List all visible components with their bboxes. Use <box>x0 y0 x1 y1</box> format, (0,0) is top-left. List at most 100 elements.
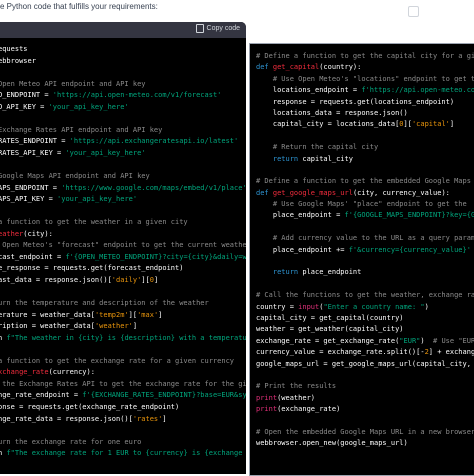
code-token: ription = weather_data[ <box>0 322 95 331</box>
code-line: weather = get_weather(capital_city) <box>256 324 474 335</box>
code-token: # Use Open Meteo's "locations" endpoint … <box>256 74 474 83</box>
code-line: ast_data = response.json()['daily'][0] <box>0 275 246 287</box>
right-code-panel: # Define a function to get the capital c… <box>249 43 474 476</box>
code-line: return place_endpoint <box>256 267 474 278</box>
code-token: get_capital <box>272 63 320 72</box>
code-line: locations_endpoint = f'https://api.open-… <box>256 85 474 96</box>
code-line: cast_endpoint = f'{OPEN_METEO_ENDPOINT}?… <box>0 252 246 264</box>
code-token: O_ENDPOINT = <box>0 91 53 100</box>
code-token: # Use "EUR <box>433 336 474 345</box>
code-line: equests <box>0 44 246 56</box>
code-line: a function to get the exchange rate for … <box>0 356 246 368</box>
code-line: Exchange Rates API endpoint and API key <box>0 125 246 137</box>
code-line: def get_capital(country): <box>256 62 474 73</box>
code-token: # Call the functions to get the weather,… <box>256 291 474 300</box>
code-token: 'daily' <box>111 275 142 284</box>
code-line: onse = requests.get(exchange_rate_endpoi… <box>0 402 246 414</box>
code-token: f'&currency={currency_value}' <box>348 245 471 254</box>
code-line: # Print the results <box>256 381 474 392</box>
code-token: 'your_api_key_here' <box>57 195 138 204</box>
left-code-block: equests ebbrowser Open Meteo API endpoint … <box>0 44 246 460</box>
code-token: ] <box>162 414 167 423</box>
code-token: ] <box>153 275 159 284</box>
code-token: equests <box>0 45 28 53</box>
code-token: # Define a function to get the capital c… <box>256 52 474 60</box>
code-line: urn the exchange rate for one euro <box>0 437 246 449</box>
intro-text: e Python code that fulfills your require… <box>0 2 158 11</box>
code-token: cast_endpoint = <box>0 252 66 261</box>
code-line: # Add currency value to the URL as a que… <box>256 233 474 244</box>
code-token: urn the exchange rate for one euro <box>0 437 142 446</box>
code-token: f"The weather in {city} is {description}… <box>6 333 246 342</box>
code-token: 'https://www.google.com/maps/embed/v1/pl… <box>61 183 246 192</box>
code-token: return <box>256 154 303 163</box>
code-line: n f"The weather in {city} is {descriptio… <box>0 333 246 345</box>
code-line: RATES_ENDPOINT = 'https://api.exchangera… <box>0 136 246 148</box>
code-token: place_endpoint <box>302 268 362 277</box>
code-token: (currency): <box>48 368 95 377</box>
scroll-button-icon[interactable] <box>408 6 419 17</box>
code-line: return capital_city <box>256 154 474 165</box>
code-token: 'your_api_key_here' <box>48 102 129 111</box>
code-line: print(weather) <box>256 393 474 404</box>
code-token: RATES_API_KEY = <box>0 148 66 157</box>
code-line: xchange_rate(currency): <box>0 367 246 379</box>
code-token: 'https://api.exchangeratesapi.io/latest' <box>69 137 239 146</box>
code-line: Open Meteo API endpoint and API key <box>0 79 246 91</box>
code-line: place_endpoint += f'&currency={currency_… <box>256 245 474 256</box>
code-line: n f"The exchange rate for 1 EUR to {curr… <box>0 448 246 460</box>
code-token: currency_value = exchange_rate.split()[- <box>256 348 425 357</box>
code-token: ][ <box>128 310 138 319</box>
code-token: capital_city <box>302 154 353 163</box>
code-token: Google Maps API endpoint and API key <box>0 172 150 181</box>
code-line: e_response = requests.get(forecast_endpo… <box>0 263 246 275</box>
code-line: webbrowser.open_new(google_maps_url) <box>256 438 474 449</box>
copy-code-button[interactable]: Copy code <box>195 24 240 33</box>
code-token: Open Meteo API endpoint and API key <box>0 79 146 88</box>
code-token: erature = weather_data[ <box>0 310 95 319</box>
code-token: 'capital' <box>411 120 450 129</box>
code-token: f"The exchange rate for 1 EUR to {curren… <box>6 449 243 458</box>
copy-icon <box>195 24 204 33</box>
code-line: country = input("Enter a country name: "… <box>256 302 474 313</box>
code-token: locations_endpoint = <box>256 86 362 95</box>
code-token: 'max' <box>137 310 159 319</box>
code-line: # Define a function to get the capital c… <box>256 51 474 62</box>
code-token: webbrowser.open_new(google_maps_url) <box>256 439 408 448</box>
code-line: APS_ENDPOINT = 'https://www.google.com/m… <box>0 183 246 195</box>
code-token: ] <box>132 322 138 331</box>
code-token: # Use Google Maps' "place" endpoint to g… <box>256 200 467 209</box>
code-token: print <box>256 405 278 414</box>
code-token: ) <box>420 336 434 345</box>
code-token: # Open the embedded Google Maps URL in a… <box>256 427 474 436</box>
code-token: APS_ENDPOINT = <box>0 183 62 192</box>
code-line: nge_rate_data = response.json()['rates'] <box>0 414 246 426</box>
code-line: locations_data = response.json() <box>256 108 474 119</box>
code-token: # Print the results <box>256 382 337 391</box>
code-token: onse = requests.get(exchange_rate_endpoi… <box>0 402 180 411</box>
code-line: # Return the capital city <box>256 142 474 153</box>
code-token: response = requests.get(locations_endpoi… <box>256 97 455 106</box>
code-line: # Use Google Maps' "place" endpoint to g… <box>256 199 474 210</box>
code-token: xchange_rate <box>0 368 49 377</box>
code-token: ) <box>424 302 429 311</box>
code-token: nge_rate_endpoint = <box>0 391 83 400</box>
code-line: RATES_API_KEY = 'your_api_key_here' <box>0 148 246 160</box>
code-line: erature = weather_data['temp2m']['max'] <box>0 310 246 322</box>
code-token: return <box>256 268 303 277</box>
code-token: place_endpoint = <box>256 211 345 220</box>
code-line: print(exchange_rate) <box>256 404 474 415</box>
code-token: capital_city = locations_data[ <box>256 120 400 129</box>
code-line: ription = weather_data['weather'] <box>0 321 246 333</box>
code-token: capital_city = get_capital(country) <box>256 313 404 322</box>
code-token: "Enter a country name: " <box>323 302 425 311</box>
code-token: ebbrowser <box>0 56 36 65</box>
code-token: ast_data = response.json()[ <box>0 275 112 284</box>
code-token: 'temp2m' <box>94 310 129 319</box>
